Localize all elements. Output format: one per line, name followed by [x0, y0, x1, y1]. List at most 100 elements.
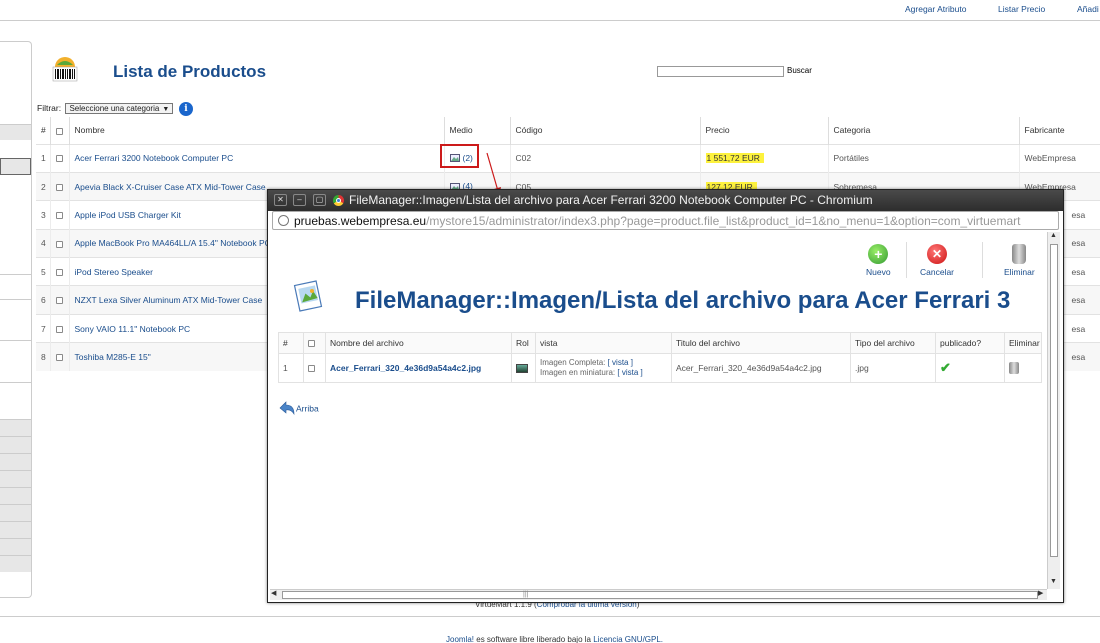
popup-content: + Nuevo ✕ Cancelar Eliminar FileManager::I…	[270, 232, 1047, 589]
sidebar-divider	[0, 340, 31, 341]
sidebar-item[interactable]	[0, 436, 31, 453]
select-all-checkbox[interactable]	[55, 127, 63, 135]
eliminar-button[interactable]: Eliminar	[1004, 244, 1035, 277]
scroll-down-arrow-icon[interactable]: ▼	[1050, 578, 1057, 585]
search-button[interactable]: Buscar	[787, 66, 812, 75]
close-window-button[interactable]: ✕	[274, 194, 287, 206]
row-checkbox[interactable]	[55, 155, 63, 163]
info-icon[interactable]: i	[179, 102, 193, 116]
product-name-link[interactable]: Acer Ferrari 3200 Notebook Computer PC	[69, 143, 445, 173]
col-header-nombre[interactable]: Nombre	[69, 117, 445, 144]
window-titlebar[interactable]: ✕ – ▢ FileManager::Imagen/Lista del arch…	[268, 190, 1063, 211]
license-text: es software libre liberado bajo la	[476, 635, 591, 643]
toolbar-divider	[906, 242, 907, 278]
image-file-icon	[293, 280, 323, 312]
scroll-thumb[interactable]	[1050, 244, 1058, 557]
scroll-left-arrow-icon[interactable]: ◀	[271, 589, 276, 597]
row-checkbox-cell	[50, 342, 70, 372]
row-checkbox-cell	[303, 353, 326, 383]
row-number: 4	[36, 228, 51, 258]
sidebar-item[interactable]	[0, 124, 31, 140]
row-checkbox[interactable]	[55, 212, 63, 220]
chevron-down-icon: ▼	[162, 106, 170, 113]
col-header-fabricante[interactable]: Fabricante	[1019, 117, 1100, 144]
row-checkbox[interactable]	[55, 297, 63, 305]
col-header-medio[interactable]: Medio	[444, 117, 511, 144]
sidebar-divider	[0, 299, 31, 300]
row-checkbox[interactable]	[55, 354, 63, 362]
annotation-highlight-box	[440, 144, 479, 168]
product-manufacturer: WebEmpresa	[1019, 143, 1100, 173]
license-footer: Joomla! es software libre liberado bajo …	[446, 635, 663, 643]
back-up-label: Arriba	[296, 403, 319, 414]
sidebar-item[interactable]	[0, 470, 31, 487]
page-info-icon[interactable]	[278, 215, 289, 226]
col-header-precio[interactable]: Precio	[700, 117, 829, 144]
sidebar-divider	[0, 274, 31, 275]
add-icon: +	[868, 244, 889, 264]
sidebar-item[interactable]	[0, 521, 31, 538]
select-all-checkbox[interactable]	[308, 340, 315, 348]
row-number: 3	[36, 200, 51, 230]
published-check-icon: ✔	[940, 360, 951, 375]
sidebar-item[interactable]	[0, 158, 31, 175]
anadir-button[interactable]: Añadi	[1077, 4, 1099, 14]
delete-trash-icon	[1009, 362, 1019, 374]
row-checkbox-cell	[50, 257, 70, 286]
sidebar-item[interactable]	[0, 538, 31, 555]
row-number: 7	[36, 313, 51, 343]
horizontal-scrollbar[interactable]: ◀ ||| ▶	[270, 589, 1047, 600]
col-header-categoria[interactable]: Categoria	[828, 117, 1020, 144]
col-header-publicado: publicado?	[935, 332, 1005, 354]
scroll-thumb[interactable]: |||	[282, 591, 1038, 599]
sidebar-item[interactable]	[0, 504, 31, 521]
row-checkbox[interactable]	[55, 325, 63, 333]
col-header-codigo[interactable]: Código	[510, 117, 701, 144]
sidebar-item[interactable]	[0, 487, 31, 504]
license-link[interactable]: Licencia GNU/GPL.	[593, 635, 663, 643]
back-arrow-icon	[279, 401, 295, 416]
nuevo-button[interactable]: + Nuevo	[866, 244, 891, 277]
col-header-eliminar: Eliminar	[1004, 332, 1042, 354]
row-number: 8	[36, 342, 51, 372]
thumbnail-view-link[interactable]: [ vista ]	[617, 368, 642, 377]
table-header: # Nombre del archivo Rol vista Titulo de…	[278, 332, 1042, 354]
maximize-window-button[interactable]: ▢	[313, 194, 326, 206]
row-checkbox[interactable]	[55, 269, 63, 276]
file-name-link[interactable]: Acer_Ferrari_320_4e36d9a54a4c2.jpg	[325, 353, 512, 383]
eliminar-label: Eliminar	[1004, 267, 1035, 277]
scroll-right-arrow-icon[interactable]: ▶	[1038, 589, 1043, 597]
category-select-value: Seleccione una categoria	[69, 104, 160, 113]
category-select[interactable]: Seleccione una categoria ▼	[65, 103, 174, 114]
scroll-up-arrow-icon[interactable]: ▲	[1050, 232, 1057, 239]
col-header-titulo: Titulo del archivo	[671, 332, 851, 354]
filemanager-title: FileManager::Imagen/Lista del archivo pa…	[355, 287, 1011, 314]
sidebar-item[interactable]	[0, 453, 31, 470]
delete-cell[interactable]	[1004, 353, 1042, 383]
product-category: Portátiles	[828, 143, 1020, 173]
search-input[interactable]	[657, 66, 784, 77]
cancelar-button[interactable]: ✕ Cancelar	[920, 244, 954, 277]
price-cell[interactable]: 1 551,72 EUR	[700, 143, 829, 173]
row-checkbox-cell	[50, 285, 70, 315]
sidebar-item[interactable]	[0, 555, 31, 572]
row-number: 1	[278, 353, 304, 383]
full-image-label: Imagen Completa:	[540, 358, 606, 367]
published-cell[interactable]: ✔	[935, 353, 1005, 383]
vertical-scrollbar[interactable]: ▲ ▼	[1047, 232, 1060, 589]
cancel-icon: ✕	[927, 244, 948, 264]
sidebar-item[interactable]	[0, 419, 31, 436]
row-checkbox[interactable]	[308, 365, 315, 373]
role-cell	[511, 353, 536, 383]
address-bar[interactable]: pruebas.webempresa.eu/mystore15/administ…	[272, 211, 1059, 230]
thumbnail-label: Imagen en miniatura:	[540, 368, 616, 377]
table-row: 1 Acer_Ferrari_320_4e36d9a54a4c2.jpg Ima…	[278, 353, 1042, 383]
row-checkbox[interactable]	[55, 183, 63, 191]
agregar-atributo-button[interactable]: Agregar Atributo	[905, 4, 966, 14]
minimize-window-button[interactable]: –	[293, 194, 306, 206]
row-checkbox[interactable]	[55, 240, 63, 248]
listar-precio-button[interactable]: Listar Precio	[998, 4, 1045, 14]
back-up-link[interactable]: Arriba	[278, 400, 319, 418]
full-image-view-link[interactable]: [ vista ]	[608, 358, 633, 367]
joomla-link[interactable]: Joomla!	[446, 635, 474, 643]
